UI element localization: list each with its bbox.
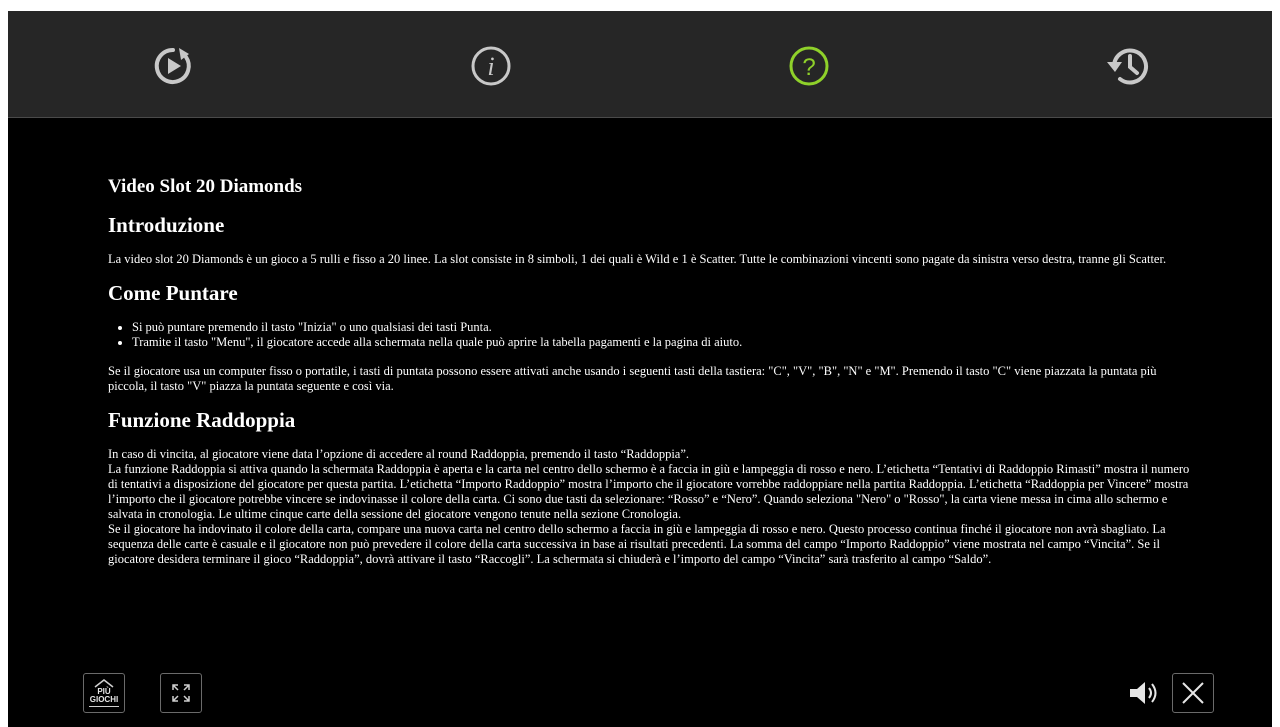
help-icon: ? [789, 46, 829, 86]
help-screen: i ? Video Slot 20 Diamonds Introduzione … [8, 11, 1272, 727]
double-text-1: In caso di vincita, al giocatore viene d… [108, 447, 690, 461]
replay-button[interactable] [148, 41, 198, 91]
section-heading-double: Funzione Raddoppia [108, 408, 296, 432]
info-icon: i [471, 46, 511, 86]
close-button[interactable] [1172, 673, 1214, 713]
more-games-label-2: GIOCHI [89, 695, 119, 704]
fullscreen-button[interactable] [160, 673, 202, 713]
history-icon [1107, 48, 1148, 85]
close-icon [1182, 682, 1204, 704]
list-item: Si può puntare premendo il tasto "Inizia… [132, 320, 1193, 335]
intro-text: La video slot 20 Diamonds è un gioco a 5… [108, 252, 1167, 266]
info-glyph: i [487, 52, 494, 81]
info-button[interactable]: i [466, 41, 516, 91]
section-heading-bet: Come Puntare [108, 281, 238, 305]
sound-icon [1130, 682, 1157, 704]
more-games-button[interactable]: PIÙ GIOCHI [83, 673, 125, 713]
more-games-underline [89, 706, 119, 707]
help-content: Video Slot 20 Diamonds Introduzione La v… [108, 171, 1193, 649]
page-title: Video Slot 20 Diamonds [108, 176, 303, 197]
fullscreen-icon [172, 684, 190, 702]
sound-button[interactable] [1124, 673, 1166, 713]
double-text-3: Se il giocatore ha indovinato il colore … [108, 522, 1166, 566]
help-glyph: ? [802, 54, 815, 81]
list-item: Tramite il tasto "Menu", il giocatore ac… [132, 335, 1193, 350]
bet-list: Si può puntare premendo il tasto "Inizia… [108, 320, 1193, 350]
section-heading-intro: Introduzione [108, 213, 225, 237]
double-text-2: La funzione Raddoppia si attiva quando l… [108, 462, 1190, 521]
top-toolbar: i ? [8, 11, 1272, 118]
history-button[interactable] [1102, 41, 1152, 91]
play-replay-icon [154, 47, 191, 84]
help-button[interactable]: ? [784, 41, 834, 91]
bet-text: Se il giocatore usa un computer fisso o … [108, 364, 1157, 393]
